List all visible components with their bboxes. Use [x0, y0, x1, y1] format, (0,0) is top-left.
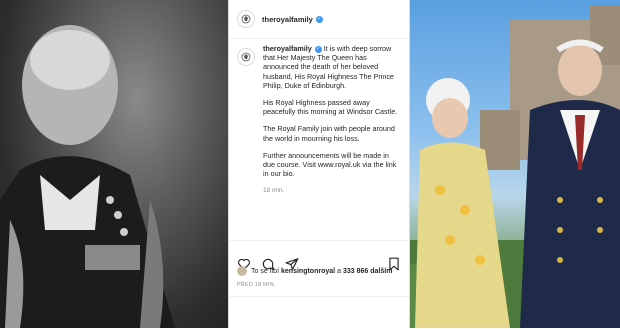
header-username[interactable]: theroyalfamily	[262, 15, 313, 24]
post-caption: theroyalfamily ✓ It is with deep sorrow t…	[229, 44, 409, 196]
caption-text: theroyalfamily ✓ It is with deep sorrow t…	[263, 44, 401, 196]
likes-mid: a	[337, 267, 341, 275]
time-ago: 18 min.	[263, 187, 285, 195]
instagram-post: theroyalfamily ✓ theroyalfamily ✓ It is w…	[228, 0, 410, 328]
likes-user[interactable]: kensingtonroyal	[281, 268, 335, 275]
verified-icon: ✓	[314, 45, 322, 53]
portrait-illustration	[0, 25, 175, 328]
caption-paragraph-3: The Royal Family join with people around…	[263, 124, 395, 143]
queen-and-prince-photo	[410, 0, 620, 328]
comment-area	[229, 296, 409, 329]
likes-count[interactable]: 333 866 dalším	[343, 268, 392, 275]
caption-paragraph-2: His Royal Highness passed away peacefull…	[263, 98, 398, 117]
caption-avatar[interactable]	[237, 48, 255, 66]
posted-time: PŘED 18 MIN.	[237, 282, 276, 288]
verified-icon: ✓	[315, 15, 323, 23]
couple-illustration	[410, 5, 620, 328]
caption-username[interactable]: theroyalfamily	[263, 44, 312, 53]
post-header: theroyalfamily ✓	[229, 0, 409, 39]
caption-paragraph-4: Further announcements will be made in du…	[263, 150, 397, 179]
likes-prefix: To se líbí	[251, 267, 280, 275]
crest-icon	[241, 52, 251, 62]
liker-avatar[interactable]	[237, 266, 247, 276]
prince-philip-portrait	[0, 0, 228, 328]
profile-avatar[interactable]	[237, 10, 255, 28]
likes-summary: To se líbí kensingtonroyal a 333 866 dal…	[237, 266, 394, 276]
crest-icon	[241, 14, 251, 24]
